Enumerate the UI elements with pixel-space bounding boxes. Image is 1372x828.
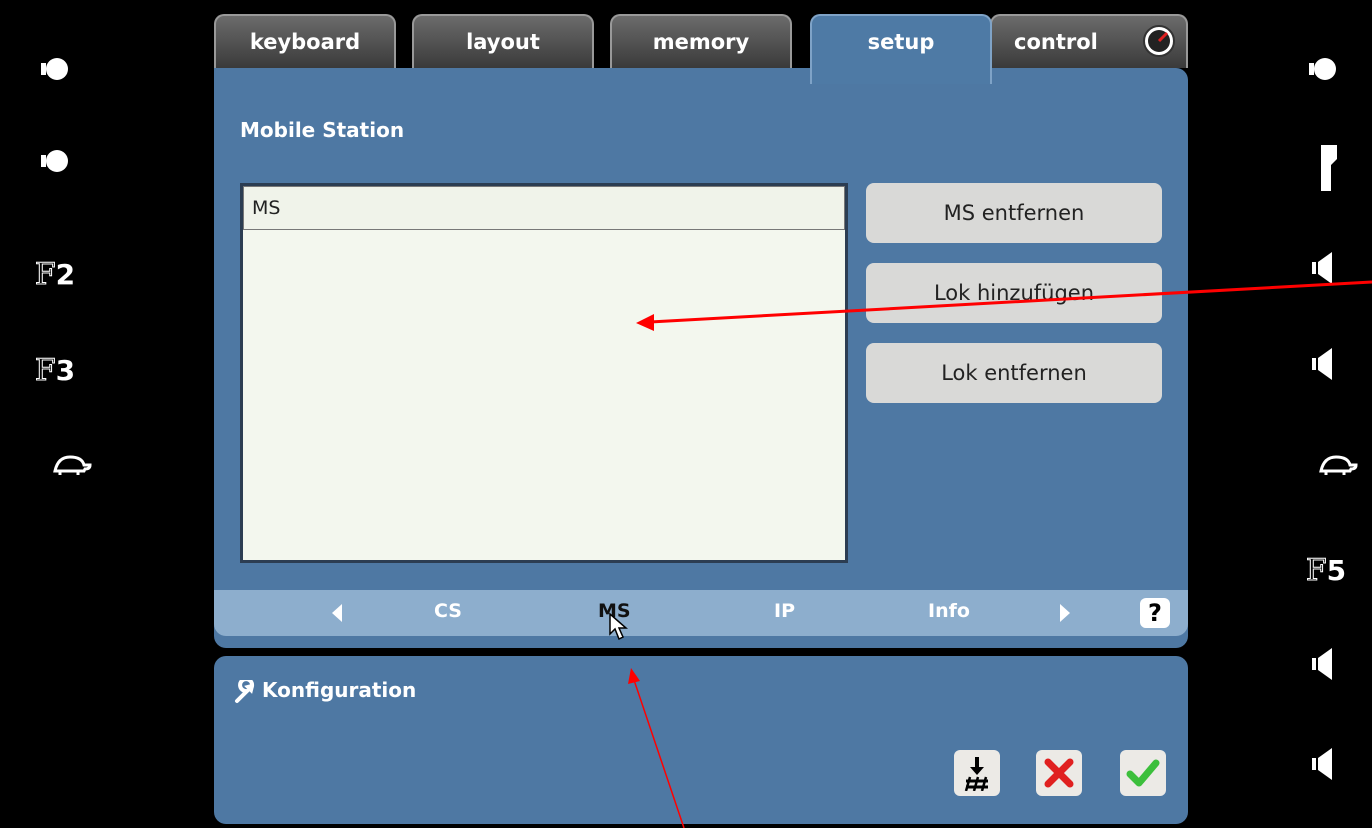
setup-panel: Mobile Station MS MS entfernen Lok hinzu… — [214, 68, 1188, 648]
nav-item-ip[interactable]: IP — [774, 600, 795, 622]
setup-nav-bar: CS MS IP Info ? — [214, 590, 1188, 641]
remove-loco-button[interactable]: Lok entfernen — [866, 343, 1162, 403]
tab-memory[interactable]: memory — [610, 14, 792, 68]
configuration-title: Konfiguration — [262, 678, 417, 702]
remove-ms-button[interactable]: MS entfernen — [866, 183, 1162, 243]
coupler-icon[interactable] — [1316, 144, 1342, 192]
turtle-icon-right[interactable] — [1316, 450, 1360, 480]
speaker-icon-4[interactable] — [1308, 746, 1338, 782]
download-button[interactable] — [954, 750, 1000, 796]
nav-item-cs[interactable]: CS — [434, 600, 462, 622]
speaker-icon-3[interactable] — [1308, 646, 1338, 682]
tab-control[interactable]: control — [990, 14, 1188, 68]
nav-left-arrow-icon[interactable] — [332, 604, 342, 622]
configuration-panel: Konfiguration — [214, 656, 1188, 824]
right-toggle-icon[interactable] — [1304, 54, 1344, 84]
left-function-key-f3[interactable]: F3 — [30, 350, 80, 390]
left-toggle-icon-1[interactable] — [36, 54, 76, 84]
right-function-key-f5[interactable]: F5 — [1298, 550, 1354, 590]
speaker-icon-2[interactable] — [1308, 346, 1338, 382]
left-function-key-f2[interactable]: F2 — [30, 254, 80, 294]
turtle-icon[interactable] — [50, 450, 94, 480]
tab-layout[interactable]: layout — [412, 14, 594, 68]
add-loco-button[interactable]: Lok hinzufügen — [866, 263, 1162, 323]
tab-keyboard[interactable]: keyboard — [214, 14, 396, 68]
cancel-button[interactable] — [1036, 750, 1082, 796]
wrench-icon — [234, 677, 258, 708]
confirm-button[interactable] — [1120, 750, 1166, 796]
mouse-cursor-icon — [608, 612, 632, 646]
speaker-icon-1[interactable] — [1308, 250, 1338, 286]
mobile-station-list[interactable]: MS — [240, 183, 848, 563]
nav-item-info[interactable]: Info — [928, 600, 970, 622]
speedometer-icon — [1142, 24, 1176, 63]
nav-right-arrow-icon[interactable] — [1060, 604, 1070, 622]
left-toggle-icon-2[interactable] — [36, 146, 76, 176]
tab-setup[interactable]: setup — [810, 14, 992, 84]
page-title: Mobile Station — [240, 118, 405, 142]
list-item[interactable]: MS — [243, 186, 845, 230]
help-button[interactable]: ? — [1140, 598, 1170, 628]
